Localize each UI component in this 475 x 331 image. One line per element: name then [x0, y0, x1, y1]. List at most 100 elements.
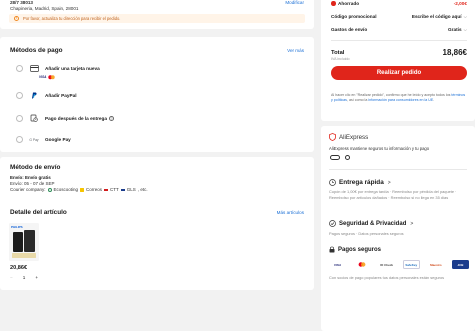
savings-label: Ahorrado	[338, 1, 360, 6]
product-image[interactable]: PHILIPS	[9, 223, 39, 261]
payment-badge-icon	[330, 155, 340, 160]
google-pay-prefix: G Pay	[29, 137, 39, 142]
payment-methods-card: Métodos de pago Ver más Añadir una tarje…	[0, 37, 314, 152]
qty-decrease-button[interactable]: −	[10, 275, 13, 280]
payment-method-label: Añadir una tarjeta nueva	[45, 66, 100, 71]
trust-badges	[330, 155, 350, 160]
shield-check-icon	[329, 220, 336, 227]
promo-code-row[interactable]: Código promocional Escribe el código aqu…	[331, 14, 467, 19]
courier-prefix: Courier company:	[10, 187, 46, 192]
radio-button[interactable]	[16, 65, 23, 72]
help-icon[interactable]: ?	[109, 115, 114, 121]
courier-ctt: CTT	[110, 187, 119, 192]
shield-icon	[329, 133, 336, 141]
consumer-info-link[interactable]: información para consumidores en la UE	[368, 98, 433, 102]
qty-value: 1	[22, 275, 26, 280]
courier-gls: GLS	[126, 187, 136, 192]
security-text: Pagos seguros · Datos personales seguros	[329, 231, 404, 236]
savings-value: -2,00€	[453, 1, 467, 6]
item-detail-title: Detalle del artículo	[10, 209, 67, 216]
radio-button[interactable]	[16, 136, 23, 143]
payment-method-pay-later[interactable]: Pago después de la entrega ?	[16, 114, 114, 122]
courier-line: Courier company: Ecoscooting Correos CTT…	[10, 187, 148, 192]
google-pay-icon: G Pay	[29, 138, 39, 142]
chevron-right-icon: >	[410, 220, 414, 227]
jcb-logo: JCB	[451, 260, 469, 269]
lock-badge-icon	[345, 155, 350, 160]
terms-end: .	[433, 97, 435, 102]
correos-icon	[80, 187, 85, 192]
paypal-icon	[29, 92, 39, 99]
place-order-button[interactable]: Realizar pedido	[331, 66, 467, 80]
qty-increase-button[interactable]: +	[35, 275, 38, 280]
mastercard-logo	[354, 260, 371, 269]
shipping-free-text: Envío: Envío gratis	[10, 175, 51, 180]
fast-delivery-section[interactable]: Entrega rápida >	[329, 179, 391, 186]
payment-method-label: Pago después de la entrega	[45, 115, 107, 121]
payment-method-google-pay[interactable]: G Pay Google Pay	[16, 136, 71, 143]
quantity-stepper[interactable]: − 1 +	[10, 274, 38, 281]
shipping-date-text: Envío: 05 - 07 de SEP	[10, 181, 55, 186]
secure-payments-text: Con socios de pago populares tus datos p…	[329, 275, 445, 280]
payment-method-label: Añadir PayPal	[45, 93, 77, 98]
aliexpress-brand: AliExpress	[339, 133, 369, 141]
edit-address-link[interactable]: Modificar	[285, 0, 304, 5]
address-line-2: Chapineria, Madrid, Spain, 28001	[10, 6, 79, 11]
tax-note: IVA incluido	[331, 57, 350, 61]
shipping-cost-label: Gastos de envío	[331, 27, 368, 32]
chevron-right-icon: >	[387, 179, 391, 186]
trust-card: AliExpress AliExpress mantiene seguros t…	[321, 126, 475, 331]
courier-ecoscooting: Ecoscooting	[53, 187, 79, 192]
terms-prefix: Al hacer clic en "Realizar pedido", conf…	[331, 93, 452, 97]
payment-method-label: Google Pay	[45, 137, 71, 142]
payment-method-paypal[interactable]: Añadir PayPal	[16, 92, 77, 99]
shipping-item-card: Método de envío Envío: Envío gratis Enví…	[0, 157, 314, 290]
radio-button[interactable]	[16, 114, 23, 122]
radio-button[interactable]	[16, 92, 23, 99]
security-section[interactable]: Seguridad & Privacidad >	[329, 220, 413, 227]
item-price: 20,86€	[10, 265, 28, 271]
clock-icon	[329, 179, 336, 186]
total-value: 18,86€	[442, 48, 467, 57]
warning-icon: !	[14, 16, 19, 21]
fast-delivery-title: Entrega rápida	[339, 179, 384, 186]
secure-payments-title: Pagos seguros	[338, 246, 382, 253]
terms-text: Al hacer clic en "Realizar pedido", conf…	[331, 93, 467, 103]
shipping-cost-row: Gastos de envío Gratis ⌵	[331, 27, 467, 32]
ecoscooting-icon	[47, 187, 52, 192]
order-summary-card: Ahorrado -2,00€ Código promocional Escri…	[321, 0, 475, 121]
speaker-right	[24, 230, 35, 252]
security-title: Seguridad & Privacidad	[339, 220, 407, 227]
mastercard-logo	[48, 75, 56, 80]
more-items-link[interactable]: Más artículos	[277, 210, 304, 215]
maestro-logo: Maestro	[430, 262, 442, 267]
trust-divider	[329, 169, 467, 170]
shipping-cost-value: Gratis	[448, 27, 462, 32]
terms-mid: , así como la	[346, 97, 369, 102]
card-icon	[29, 65, 39, 72]
card-brand-logos: VISA	[39, 75, 56, 80]
chevron-down-icon: ⌵	[463, 27, 467, 32]
address-card: 28/7 38013 Chapineria, Madrid, Spain, 28…	[0, 0, 314, 29]
address-line-1: 28/7 38013	[10, 0, 33, 5]
payment-method-card[interactable]: Añadir una tarjeta nueva	[16, 65, 100, 72]
product-box-strip	[12, 253, 36, 258]
aliexpress-header: AliExpress	[329, 133, 368, 141]
see-more-payment-link[interactable]: Ver más	[287, 48, 304, 53]
secure-payments-section: Pagos seguros	[329, 246, 381, 253]
safekey-logo: SafeKey	[402, 260, 420, 269]
pay-later-icon	[29, 114, 39, 122]
savings-icon	[331, 1, 336, 6]
gls-icon	[120, 188, 125, 191]
savings-row: Ahorrado -2,00€	[331, 1, 467, 6]
total-label: Total	[331, 49, 345, 56]
warning-text: Por favor, actualiza tu dirección para r…	[23, 16, 121, 21]
courier-suffix: , etc.	[137, 187, 148, 192]
promo-code-label: Código promocional	[331, 14, 377, 19]
promo-code-action[interactable]: Escribe el código aquí	[412, 14, 462, 19]
shipping-method-title: Método de envío	[10, 164, 61, 171]
payment-logos: VISA ID Check SafeKey Maestro JCB	[329, 260, 469, 269]
payment-methods-title: Métodos de pago	[10, 47, 63, 54]
chevron-down-icon: ⌵	[463, 14, 467, 19]
courier-correos: Correos	[86, 187, 103, 192]
